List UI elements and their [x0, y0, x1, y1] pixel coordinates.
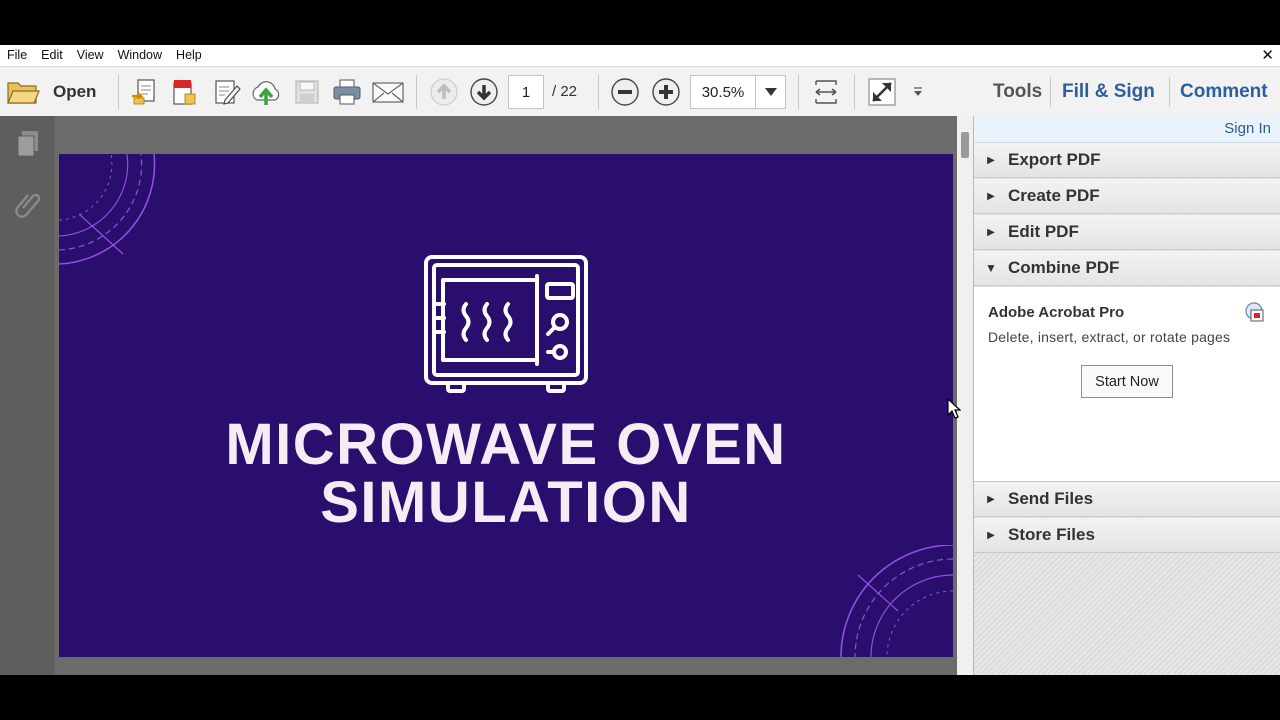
next-page-button[interactable] — [466, 67, 502, 117]
convert-pdf-icon — [132, 79, 155, 105]
toolbar-separator — [416, 75, 417, 109]
menu-window[interactable]: Window — [111, 45, 169, 66]
product-description: Delete, insert, extract, or rotate pages — [988, 329, 1231, 345]
edit-button[interactable] — [208, 67, 244, 117]
section-label: Send Files — [1008, 489, 1094, 508]
toolbar-separator — [798, 75, 799, 109]
create-pdf-icon — [173, 80, 196, 105]
left-navigation-pane — [0, 116, 56, 675]
fit-width-button[interactable] — [808, 67, 844, 117]
section-label: Export PDF — [1008, 150, 1101, 169]
full-screen-icon — [868, 78, 896, 106]
attachment-icon[interactable] — [15, 188, 41, 218]
vertical-scrollbar[interactable] — [957, 116, 973, 675]
sign-in-bar: Sign In — [974, 116, 1280, 143]
save-icon — [295, 80, 319, 104]
toolbar-separator — [1050, 77, 1051, 107]
folder-open-icon — [7, 82, 40, 104]
section-label: Edit PDF — [1008, 222, 1079, 241]
mouse-cursor-icon — [947, 398, 961, 419]
sign-in-link[interactable]: Sign In — [1224, 120, 1271, 137]
full-screen-button[interactable] — [864, 67, 900, 117]
page-up-icon — [430, 78, 458, 106]
save-button[interactable] — [290, 67, 324, 117]
expand-arrow-icon: ▶ — [987, 154, 995, 166]
page-total: / 22 — [552, 83, 578, 100]
print-button[interactable] — [328, 67, 366, 117]
menu-bar: File Edit View Window Help ✕ — [0, 45, 1280, 66]
expand-arrow-icon: ▶ — [987, 493, 995, 505]
chevron-down-icon — [914, 87, 922, 96]
create-pdf-button[interactable] — [166, 67, 202, 117]
toolbar-separator — [118, 75, 119, 109]
close-document-icon[interactable]: ✕ — [1261, 46, 1274, 65]
open-button[interactable]: Open — [6, 67, 112, 117]
open-label: Open — [53, 82, 97, 101]
scrollbar-thumb[interactable] — [961, 132, 969, 158]
tab-fill-sign[interactable]: Fill & Sign — [1062, 67, 1155, 117]
microwave-oven-icon — [424, 255, 588, 393]
combine-pdf-panel: Adobe Acrobat Pro Delete, insert, extrac… — [974, 287, 1280, 482]
acrobat-window: File Edit View Window Help ✕ Open 1 / 22… — [0, 45, 1280, 675]
menu-file[interactable]: File — [0, 45, 34, 66]
pages-icon[interactable] — [15, 129, 41, 159]
convert-pdf-button[interactable] — [126, 67, 162, 117]
section-combine-pdf[interactable]: ▼ Combine PDF — [974, 251, 1280, 286]
section-label: Combine PDF — [1008, 258, 1120, 277]
edit-icon — [215, 80, 241, 105]
section-label: Create PDF — [1008, 186, 1100, 205]
tools-pane: Sign In ▶ Export PDF ▶ Create PDF ▶ Edit… — [973, 116, 1280, 675]
slide-title-line2: SIMULATION — [320, 470, 692, 535]
chevron-down-icon — [764, 88, 777, 96]
page-number-input[interactable]: 1 — [508, 75, 544, 109]
section-export-pdf[interactable]: ▶ Export PDF — [974, 143, 1280, 178]
fit-width-icon — [815, 80, 837, 104]
expand-arrow-icon: ▶ — [987, 226, 995, 238]
zoom-out-button[interactable] — [607, 67, 643, 117]
email-icon — [372, 82, 404, 103]
section-send-files[interactable]: ▶ Send Files — [974, 482, 1280, 517]
zoom-dropdown[interactable] — [756, 75, 786, 109]
section-edit-pdf[interactable]: ▶ Edit PDF — [974, 215, 1280, 250]
menu-edit[interactable]: Edit — [34, 45, 70, 66]
toolbar-separator — [854, 75, 855, 109]
tab-tools[interactable]: Tools — [993, 67, 1042, 117]
pdf-page: MICROWAVE OVEN SIMULATION — [59, 154, 953, 657]
zoom-out-icon — [611, 78, 639, 106]
previous-page-button[interactable] — [426, 67, 462, 117]
upload-cloud-button[interactable] — [247, 67, 285, 117]
expand-arrow-icon: ▶ — [987, 190, 995, 202]
email-button[interactable] — [369, 67, 407, 117]
toolbar-separator — [598, 75, 599, 109]
decorative-arcs-top-left — [59, 154, 156, 265]
product-name: Adobe Acrobat Pro — [988, 304, 1125, 321]
zoom-input[interactable]: 30.5% — [690, 75, 756, 109]
toolbar: Open 1 / 22 30.5% Tools Fill & Sign Comm… — [0, 66, 1280, 118]
menu-view[interactable]: View — [70, 45, 111, 66]
slide-title: MICROWAVE OVEN SIMULATION — [59, 416, 953, 532]
section-label: Store Files — [1008, 525, 1095, 544]
zoom-in-button[interactable] — [648, 67, 684, 117]
start-now-button[interactable]: Start Now — [1081, 365, 1173, 398]
menu-help[interactable]: Help — [169, 45, 209, 66]
section-create-pdf[interactable]: ▶ Create PDF — [974, 179, 1280, 214]
slide-title-line1: MICROWAVE OVEN — [225, 412, 787, 477]
toolbar-more-button[interactable] — [906, 67, 930, 117]
expand-arrow-icon: ▶ — [987, 529, 995, 541]
collapse-arrow-icon: ▼ — [985, 261, 997, 275]
document-view[interactable]: MICROWAVE OVEN SIMULATION — [55, 116, 957, 675]
toolbar-separator — [1169, 77, 1170, 107]
upload-cloud-icon — [252, 81, 280, 105]
acrobat-pro-icon — [1245, 302, 1264, 322]
zoom-in-icon — [652, 78, 680, 106]
section-store-files[interactable]: ▶ Store Files — [974, 518, 1280, 553]
page-down-icon — [470, 78, 498, 106]
tab-comment[interactable]: Comment — [1180, 67, 1268, 117]
print-icon — [333, 79, 361, 105]
decorative-arcs-bottom-right — [840, 545, 953, 657]
